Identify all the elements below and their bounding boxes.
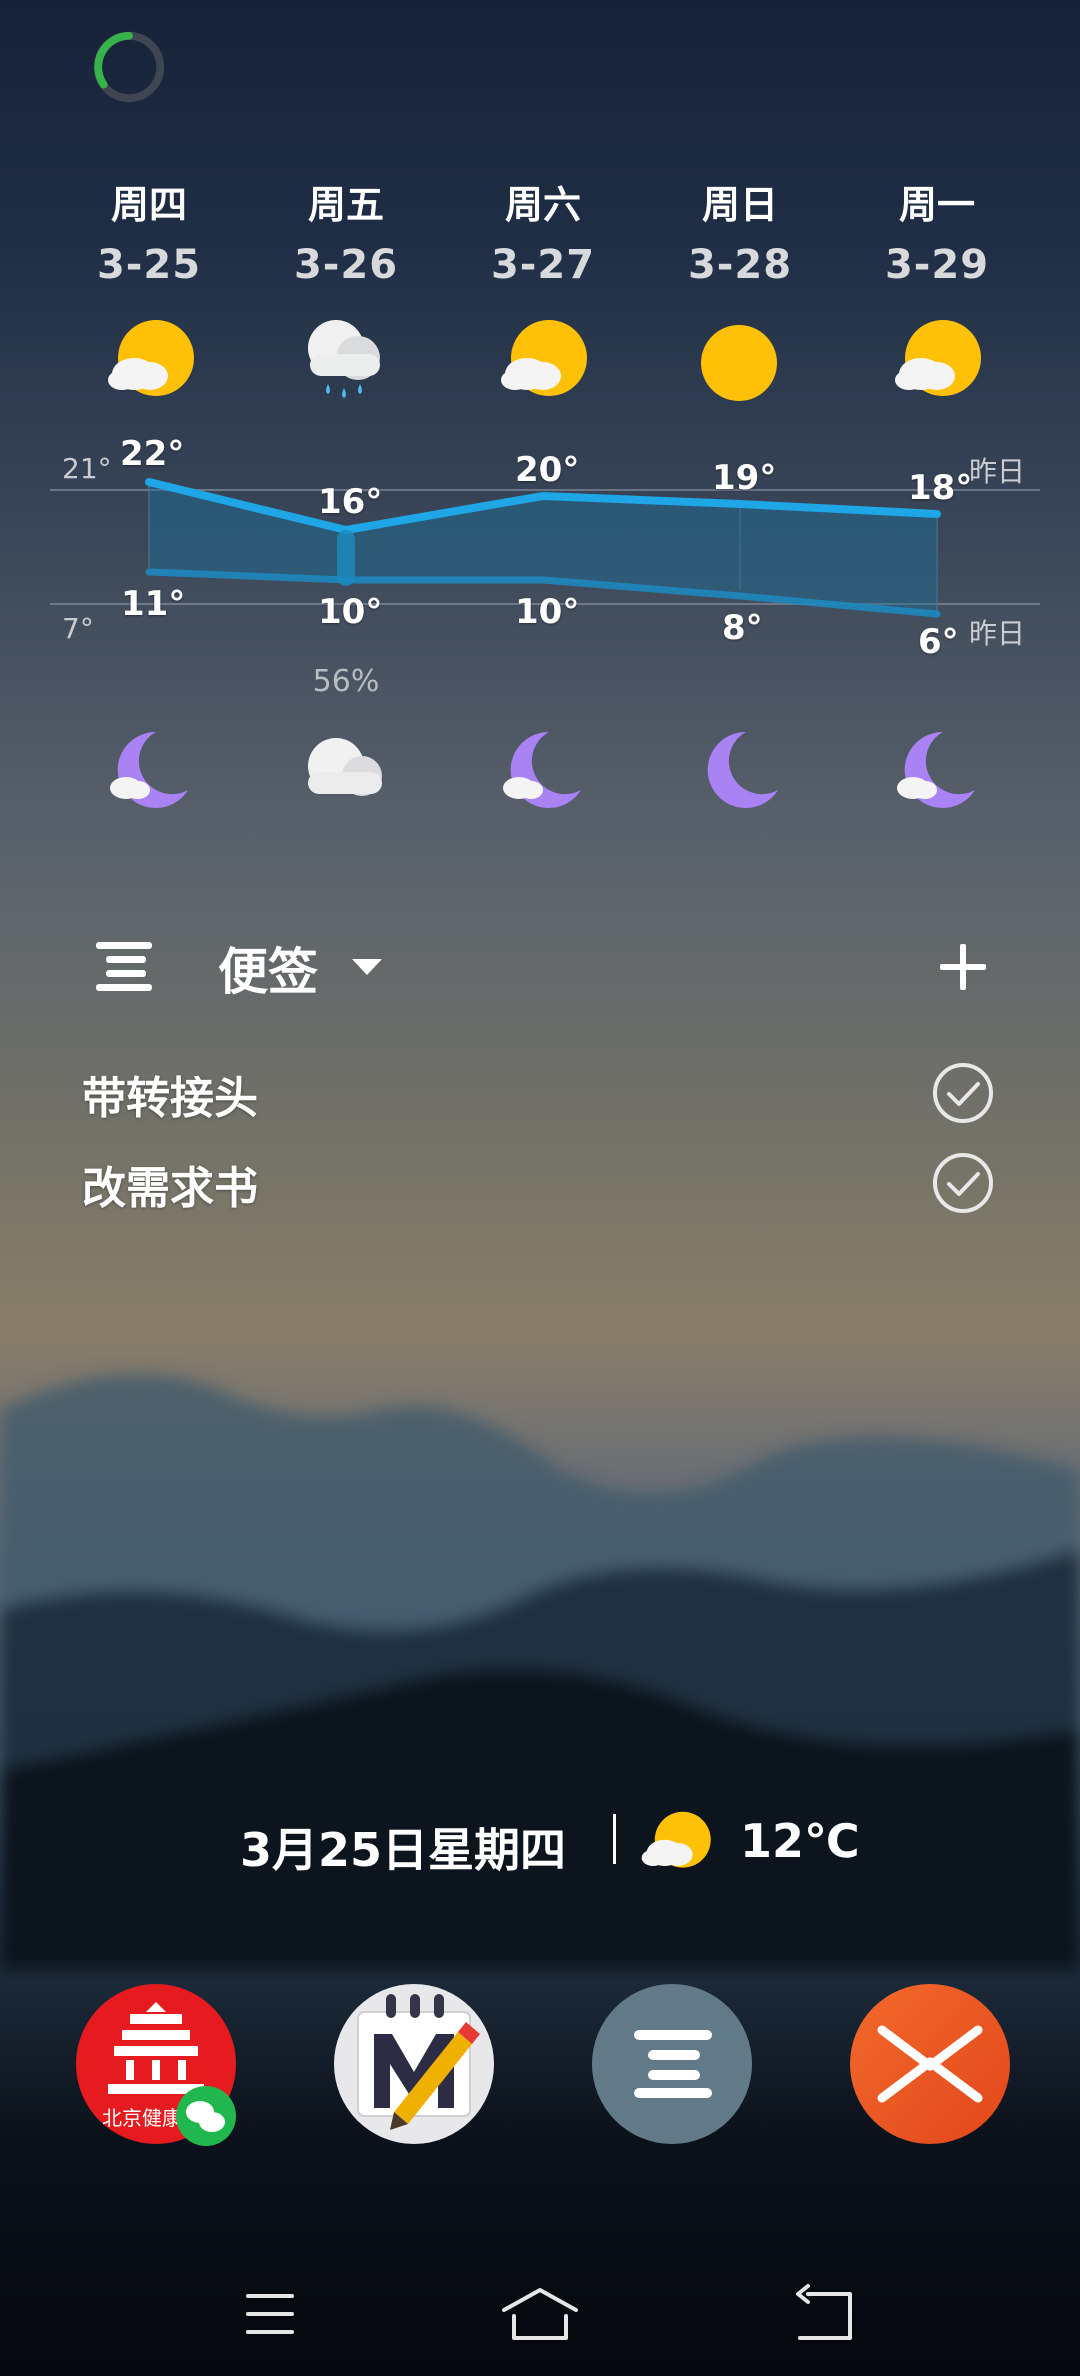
day-date: 3-29 (884, 242, 990, 288)
forecast-day[interactable]: 周一 3-29 (857, 180, 1017, 290)
low-temp: 8° (722, 608, 763, 648)
forecast-day[interactable]: 周六 3-27 (463, 180, 623, 290)
app-beijing-health[interactable]: 北京健康 (76, 1984, 236, 2146)
notes-menu-icon[interactable] (94, 940, 154, 992)
partly-cloudy-day-icon (895, 320, 981, 396)
day-date: 3-28 (687, 242, 793, 288)
app-x[interactable] (850, 1984, 1010, 2144)
app-notes[interactable] (592, 1984, 752, 2144)
high-temp: 22° (120, 434, 185, 474)
day-name: 周六 (504, 183, 581, 227)
yesterday-low-label: 昨日 (969, 617, 1026, 650)
wechat-badge-icon (176, 2086, 236, 2146)
divider (613, 1814, 616, 1864)
day-date: 3-27 (490, 242, 596, 288)
date-text: 3月25日星期四 (240, 1823, 567, 1877)
markdown-editor-icon (357, 1994, 480, 2130)
high-temp: 18° (908, 468, 973, 508)
low-temp: 10° (515, 592, 580, 632)
chevron-down-icon (352, 959, 382, 975)
partly-cloudy-night-icon (503, 731, 581, 808)
low-temp: 10° (318, 592, 383, 632)
yesterday-high-value: 21° (62, 452, 112, 485)
notes-title-dropdown[interactable]: 便签 (218, 938, 382, 1001)
app-label: 北京健康 (102, 2106, 182, 2130)
note-item[interactable]: 带转接头 (82, 1062, 258, 1126)
day-name: 周日 (701, 183, 778, 227)
loading-ring-icon (93, 31, 165, 103)
clear-night-icon (707, 731, 778, 808)
day-date: 3-26 (293, 242, 399, 288)
notes-app-icon (634, 2030, 712, 2098)
precipitation-chance: 56% (312, 664, 380, 699)
day-date: 3-25 (96, 242, 202, 288)
yesterday-low-value: 7° (62, 612, 94, 645)
notes-widget-header: 便签 (80, 924, 1020, 1014)
forecast-day[interactable]: 周日 3-28 (660, 180, 820, 290)
back-nav-icon[interactable] (774, 2280, 874, 2350)
notes-title: 便签 (218, 943, 318, 1001)
x-app-icon (877, 2025, 983, 2103)
day-name: 周四 (110, 183, 187, 227)
add-note-icon[interactable] (938, 942, 988, 992)
day-name: 周一 (898, 183, 975, 227)
partly-cloudy-day-icon (641, 1811, 711, 1868)
partly-cloudy-day-icon (501, 320, 587, 396)
high-temp: 19° (712, 458, 777, 498)
partly-cloudy-night-icon (110, 731, 188, 808)
home-nav-icon[interactable] (490, 2280, 590, 2350)
forecast-day[interactable]: 周四 3-25 (69, 180, 229, 290)
forecast-day[interactable]: 周五 3-26 (266, 180, 426, 290)
partly-cloudy-night-icon (897, 731, 975, 808)
app-markdown-editor[interactable] (334, 1984, 494, 2144)
menu-nav-icon[interactable] (220, 2280, 320, 2350)
day-name: 周五 (307, 183, 384, 227)
partly-cloudy-day-icon (108, 320, 194, 396)
yesterday-high-label: 昨日 (969, 455, 1026, 488)
check-circle-icon[interactable] (932, 1152, 994, 1214)
date-weather-line[interactable]: 3月25日星期四 12℃ (0, 1800, 1080, 1880)
note-item[interactable]: 改需求书 (82, 1152, 258, 1216)
sunny-icon (701, 325, 777, 401)
high-temp: 16° (318, 482, 383, 522)
high-temp: 20° (515, 450, 580, 490)
rain-icon (308, 320, 380, 398)
cloudy-icon (308, 738, 382, 796)
check-circle-icon[interactable] (932, 1062, 994, 1124)
low-temp: 6° (918, 622, 959, 662)
current-temperature: 12℃ (740, 1814, 860, 1868)
low-temp: 11° (121, 584, 186, 624)
